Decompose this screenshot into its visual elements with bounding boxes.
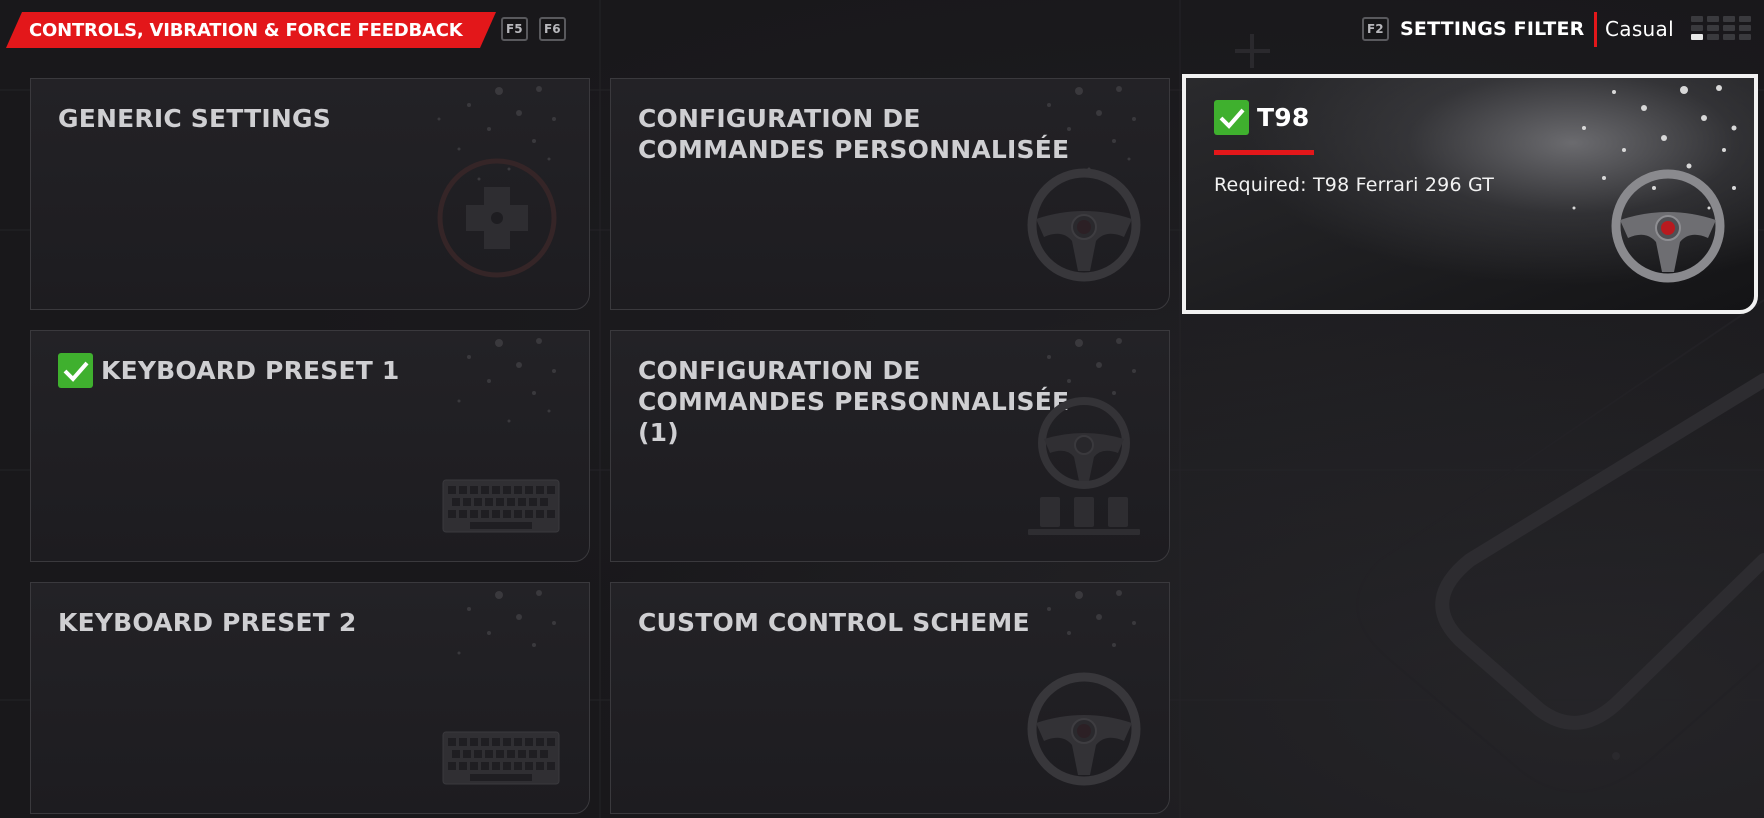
steering-wheel-icon — [1027, 672, 1141, 786]
card-title: CUSTOM CONTROL SCHEME — [638, 607, 1109, 638]
card-title-text: CONFIGURATION DE COMMANDES PERSONNALISÉE — [638, 104, 1070, 164]
gamepad-dpad-icon — [437, 158, 557, 278]
preset-card-keyboard-preset-2[interactable]: KEYBOARD PRESET 2 — [30, 582, 590, 814]
preset-card-t98-selected[interactable]: T98 Required: T98 Ferrari 296 GT — [1182, 74, 1758, 314]
sparkle-decoration — [457, 590, 556, 655]
page-title-banner: CONTROLS, VIBRATION & FORCE FEEDBACK — [6, 12, 496, 48]
steering-wheel-icon — [1027, 168, 1141, 282]
selected-underline — [1214, 150, 1314, 155]
card-title-text: KEYBOARD PRESET 2 — [58, 608, 357, 637]
keyboard-icon — [442, 731, 560, 785]
wheel-and-pedals-icon — [1028, 397, 1140, 535]
preset-card-generic-settings[interactable]: GENERIC SETTINGS — [30, 78, 590, 310]
prev-tab-key[interactable]: F5 — [501, 17, 528, 41]
keyboard-icon — [442, 479, 560, 533]
card-title: KEYBOARD PRESET 1 — [58, 353, 529, 388]
filter-divider — [1594, 12, 1597, 47]
settings-filter-label[interactable]: SETTINGS FILTER — [1400, 14, 1584, 44]
next-tab-key[interactable]: F6 — [539, 17, 566, 41]
sparkle-decoration — [457, 338, 556, 423]
card-title-text: T98 — [1257, 103, 1310, 132]
settings-filter-value[interactable]: Casual — [1605, 14, 1674, 44]
card-title-text: CUSTOM CONTROL SCHEME — [638, 608, 1030, 637]
card-title-text: GENERIC SETTINGS — [58, 104, 331, 133]
required-device-text: Required: T98 Ferrari 296 GT — [1214, 174, 1495, 196]
preset-card-configuration-personnalisee[interactable]: CONFIGURATION DE COMMANDES PERSONNALISÉE — [610, 78, 1170, 310]
card-title-text: KEYBOARD PRESET 1 — [101, 356, 400, 385]
card-title: CONFIGURATION DE COMMANDES PERSONNALISÉE — [638, 103, 1109, 165]
preset-card-keyboard-preset-1[interactable]: KEYBOARD PRESET 1 — [30, 330, 590, 562]
active-checkmark-icon — [58, 353, 93, 388]
page-title: CONTROLS, VIBRATION & FORCE FEEDBACK — [29, 19, 463, 41]
steering-wheel-icon — [1611, 169, 1725, 283]
card-title: T98 — [1214, 100, 1694, 135]
card-title: KEYBOARD PRESET 2 — [58, 607, 529, 638]
active-checkmark-icon — [1214, 100, 1249, 135]
settings-filter-key[interactable]: F2 — [1362, 17, 1389, 41]
preset-card-custom-control-scheme[interactable]: CUSTOM CONTROL SCHEME — [610, 582, 1170, 814]
preset-card-configuration-personnalisee-1[interactable]: CONFIGURATION DE COMMANDES PERSONNALISÉE… — [610, 330, 1170, 562]
filter-level-indicator-icon — [1691, 16, 1751, 40]
card-title: GENERIC SETTINGS — [58, 103, 529, 134]
